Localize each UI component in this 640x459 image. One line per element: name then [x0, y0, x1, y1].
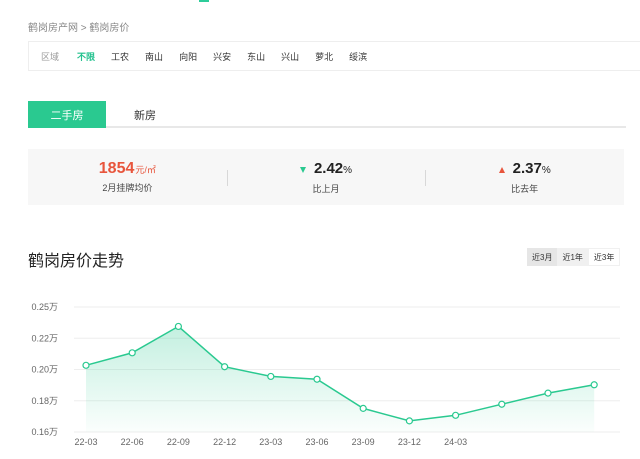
arrow-up-icon — [498, 166, 505, 173]
breadcrumb-separator: > — [80, 23, 87, 34]
x-tick-label: 24-03 — [444, 437, 467, 447]
x-tick-label: 23-09 — [352, 437, 375, 447]
data-point — [452, 411, 460, 419]
y-tick-label: 0.18万 — [31, 396, 58, 406]
region-option-suibin[interactable]: 绥滨 — [349, 50, 367, 63]
x-tick-label: 22-12 — [213, 437, 236, 447]
range-1-year-button[interactable]: 近1年 — [557, 248, 587, 266]
yoy-change-unit: % — [541, 164, 551, 176]
x-tick-label: 23-12 — [398, 437, 421, 447]
tab-second-hand[interactable]: 二手房 — [28, 101, 106, 128]
average-price-label: 2月挂牌均价 — [102, 183, 153, 193]
region-option-gongnong[interactable]: 工农 — [111, 50, 129, 63]
region-option-all[interactable]: 不限 — [77, 50, 95, 63]
y-tick-label: 0.25万 — [31, 302, 58, 312]
region-option-xiangyang[interactable]: 向阳 — [179, 50, 197, 63]
region-option-dongshan[interactable]: 东山 — [247, 50, 265, 63]
data-point — [359, 404, 367, 412]
x-tick-label: 23-03 — [259, 437, 282, 447]
data-point — [313, 375, 321, 383]
average-price-value: 1854 — [98, 160, 135, 177]
x-tick-label: 22-06 — [121, 437, 144, 447]
breadcrumb-current[interactable]: 鹤岗房价 — [89, 23, 129, 34]
x-tick-label: 23-06 — [305, 437, 328, 447]
arrow-down-icon — [299, 166, 306, 173]
data-point — [221, 363, 229, 371]
price-trend-title: 鹤岗房价走势 — [28, 253, 125, 270]
yoy-change-value: 2.37 — [512, 159, 542, 177]
data-point — [590, 381, 598, 389]
stat-year-over-year: 2.37 % 比去年 — [425, 160, 624, 195]
stat-average-price: 1854 元/㎡ 2月挂牌均价 — [28, 160, 227, 194]
region-option-xingan[interactable]: 兴安 — [213, 50, 231, 63]
data-point — [82, 361, 90, 369]
mom-change-unit: % — [343, 164, 353, 176]
region-filter-bar: 区域 不限 工农 南山 向阳 兴安 东山 兴山 萝北 绥滨 — [28, 41, 640, 71]
region-filter-label: 区域 — [41, 51, 60, 62]
data-point — [544, 389, 552, 397]
breadcrumb-home-link[interactable]: 鹤岗房产网 — [28, 23, 78, 34]
mom-change-label: 比上月 — [312, 183, 340, 194]
data-point — [128, 349, 136, 357]
region-option-nanshan[interactable]: 南山 — [145, 50, 163, 63]
region-option-luobei[interactable]: 萝北 — [315, 50, 333, 63]
series-area — [86, 326, 595, 432]
property-type-tabs: 二手房 新房 — [28, 101, 626, 128]
x-tick-label: 22-03 — [74, 437, 97, 447]
data-point — [174, 322, 182, 331]
range-3-years-button[interactable]: 近3年 — [587, 248, 621, 266]
breadcrumb: 鹤岗房产网 > 鹤岗房价 — [28, 19, 129, 34]
average-price-unit: 元/㎡ — [135, 165, 156, 175]
data-point — [498, 400, 506, 408]
region-option-xingshan[interactable]: 兴山 — [281, 50, 299, 63]
mom-change-value: 2.42 — [313, 159, 344, 177]
y-tick-label: 0.16万 — [31, 427, 58, 437]
x-tick-label: 22-09 — [167, 437, 190, 447]
top-accent-mark — [199, 0, 209, 2]
y-tick-label: 0.22万 — [31, 333, 58, 343]
range-3-months-button[interactable]: 近3月 — [527, 248, 558, 266]
time-range-selector: 近3月 近1年 近3年 — [527, 248, 621, 266]
data-point — [267, 372, 275, 381]
y-tick-label: 0.20万 — [31, 365, 58, 375]
stat-month-over-month: 2.42 % 比上月 — [226, 159, 426, 195]
data-point — [405, 417, 413, 425]
price-stats-panel: 1854 元/㎡ 2月挂牌均价 2.42 % 比上月 2.37 % 比去年 — [28, 149, 624, 205]
yoy-change-label: 比去年 — [511, 183, 539, 194]
tab-new-homes[interactable]: 新房 — [106, 101, 184, 128]
price-trend-chart: 0.25万 0.22万 0.20万 0.18万 0.16万 22-03 22-06 22-0… — [31, 302, 620, 447]
